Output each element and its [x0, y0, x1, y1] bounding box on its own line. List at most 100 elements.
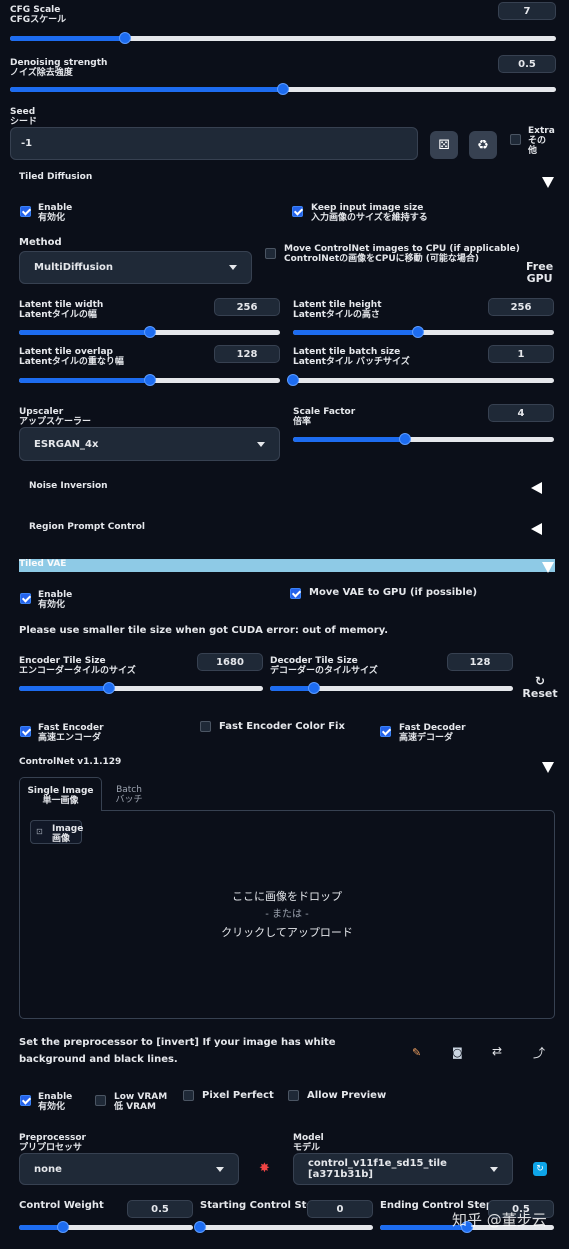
- recycle-icon: ♻: [477, 137, 489, 153]
- vae-enable-checkbox[interactable]: [20, 593, 31, 604]
- allow-preview-checkbox[interactable]: [288, 1090, 299, 1101]
- tiled-vae-collapse-icon[interactable]: [542, 562, 554, 573]
- tile-overlap-input[interactable]: 128: [214, 345, 280, 363]
- move-cn-cpu-checkbox[interactable]: [265, 248, 276, 259]
- control-weight-input[interactable]: 0.5: [127, 1200, 193, 1218]
- region-prompt-expand-icon[interactable]: [531, 523, 542, 535]
- low-vram-label: Low VRAM 低 VRAM: [114, 1092, 168, 1112]
- upscaler-label: Upscaler アップスケーラー: [19, 407, 92, 427]
- controlnet-title: ControlNet v1.1.129: [19, 757, 122, 767]
- chevron-down-icon: [490, 1166, 498, 1172]
- image-upload-area[interactable]: ⊡ Image 画像 ここに画像をドロップ - または - クリックしてアップロー…: [19, 810, 555, 1019]
- tab-batch[interactable]: Batch バッチ: [104, 777, 154, 811]
- model-value: control_v11f1e_sd15_tile [a371b31b]: [308, 1158, 447, 1180]
- cfg-scale-slider[interactable]: [10, 31, 556, 45]
- invert-note: Set the preprocessor to [invert] If your…: [19, 1037, 336, 1065]
- move-cn-cpu-label: Move ControlNet images to CPU (if applic…: [284, 244, 520, 264]
- tiled-diffusion-collapse-icon[interactable]: [542, 177, 554, 188]
- tile-batch-label: Latent tile batch size Latentタイル バッチサイズ: [293, 347, 410, 367]
- encoder-tile-slider[interactable]: [19, 681, 263, 695]
- tile-height-slider[interactable]: [293, 325, 554, 339]
- tile-batch-slider[interactable]: [287, 373, 554, 387]
- decoder-tile-slider[interactable]: [270, 681, 513, 695]
- dice-button[interactable]: ⚄: [430, 131, 458, 159]
- vae-enable-label: Enable 有効化: [38, 590, 73, 610]
- camera-icon[interactable]: ◙: [452, 1046, 463, 1059]
- tile-width-label: Latent tile width Latentタイルの幅: [19, 300, 104, 320]
- preprocessor-dropdown[interactable]: none: [19, 1153, 239, 1185]
- tab-single-image[interactable]: Single Image 単一画像: [19, 777, 102, 811]
- edit-icon[interactable]: ✎: [412, 1046, 421, 1059]
- seed-input[interactable]: -1: [10, 127, 418, 160]
- run-preprocessor-icon[interactable]: ✸: [259, 1161, 270, 1176]
- chevron-down-icon: [257, 441, 265, 447]
- reset-label: Reset: [522, 687, 558, 700]
- denoise-input[interactable]: 0.5: [498, 55, 556, 73]
- tile-height-input[interactable]: 256: [488, 298, 554, 316]
- tab-single-image-label: Single Image 単一画像: [27, 786, 94, 806]
- model-dropdown[interactable]: control_v11f1e_sd15_tile [a371b31b]: [293, 1153, 513, 1185]
- preprocessor-label: Preprocessor プリプロセッサ: [19, 1133, 86, 1153]
- refresh-models-icon[interactable]: ↻: [533, 1162, 547, 1176]
- noise-inversion-expand-icon[interactable]: [531, 482, 542, 494]
- denoise-slider[interactable]: [10, 82, 556, 96]
- scale-factor-slider[interactable]: [293, 432, 554, 446]
- color-fix-checkbox[interactable]: [200, 721, 211, 732]
- reset-icon: ↻: [534, 674, 546, 688]
- tile-width-input[interactable]: 256: [214, 298, 280, 316]
- drop-line-2: - または -: [265, 909, 309, 920]
- tiled-vae-header[interactable]: [19, 559, 555, 572]
- fast-encoder-checkbox[interactable]: [20, 726, 31, 737]
- seed-value: -1: [21, 138, 33, 149]
- tile-overlap-slider[interactable]: [19, 373, 280, 387]
- tile-width-slider[interactable]: [19, 325, 280, 339]
- cfg-scale-input[interactable]: 7: [498, 2, 556, 20]
- recycle-button[interactable]: ♻: [469, 131, 497, 159]
- noise-inversion-title[interactable]: Noise Inversion: [29, 481, 108, 491]
- extra-checkbox[interactable]: [510, 134, 521, 145]
- model-label: Model モデル: [293, 1133, 324, 1153]
- swap-icon[interactable]: ⇄: [492, 1044, 502, 1058]
- denoise-label: Denoising strength ノイズ除去強度: [10, 58, 108, 78]
- image-icon: ⊡: [36, 827, 43, 836]
- vae-memory-note: Please use smaller tile size when got CU…: [19, 625, 389, 636]
- start-step-slider[interactable]: [194, 1220, 373, 1234]
- chevron-down-icon: [216, 1166, 224, 1172]
- method-value: MultiDiffusion: [34, 262, 114, 273]
- drop-instructions: ここに画像をドロップ - または - クリックしてアップロード: [20, 887, 554, 942]
- send-dimensions-icon[interactable]: ⤴: [533, 1044, 545, 1061]
- move-vae-checkbox[interactable]: [290, 588, 301, 599]
- low-vram-checkbox[interactable]: [95, 1095, 106, 1106]
- move-vae-label: Move VAE to GPU (if possible): [309, 587, 478, 598]
- free-gpu-button[interactable]: Free GPU: [526, 261, 553, 285]
- chevron-down-icon: [229, 265, 237, 270]
- fast-decoder-checkbox[interactable]: [380, 726, 391, 737]
- cn-enable-label: Enable 有効化: [38, 1092, 73, 1112]
- control-weight-slider[interactable]: [19, 1220, 193, 1234]
- keep-size-checkbox[interactable]: [292, 206, 303, 217]
- encoder-tile-input[interactable]: 1680: [197, 653, 263, 671]
- decoder-tile-input[interactable]: 128: [447, 653, 513, 671]
- pixel-perfect-checkbox[interactable]: [183, 1090, 194, 1101]
- fast-decoder-label: Fast Decoder 高速デコーダ: [399, 723, 466, 743]
- start-step-input[interactable]: 0: [307, 1200, 373, 1218]
- tile-overlap-label: Latent tile overlap Latentタイルの重なり幅: [19, 347, 124, 367]
- region-prompt-title[interactable]: Region Prompt Control: [29, 522, 145, 532]
- scale-factor-input[interactable]: 4: [488, 404, 554, 422]
- method-dropdown[interactable]: MultiDiffusion: [19, 251, 252, 284]
- cfg-scale-label: CFG Scale CFGスケール: [10, 5, 67, 25]
- method-label: Method: [19, 237, 62, 248]
- encoder-tile-label: Encoder Tile Size エンコーダータイルのサイズ: [19, 656, 136, 676]
- upscaler-value: ESRGAN_4x: [34, 438, 99, 450]
- drop-line-3: クリックしてアップロード: [221, 926, 353, 939]
- upscaler-dropdown[interactable]: ESRGAN_4x: [19, 427, 280, 461]
- tab-batch-label: Batch バッチ: [115, 785, 143, 805]
- color-fix-label: Fast Encoder Color Fix: [219, 721, 345, 732]
- controlnet-collapse-icon[interactable]: [542, 762, 554, 773]
- tile-batch-input[interactable]: 1: [488, 345, 554, 363]
- cn-enable-checkbox[interactable]: [20, 1095, 31, 1106]
- seed-label: Seed シード: [10, 107, 38, 127]
- reset-button[interactable]: ↻ Reset: [522, 675, 558, 700]
- td-enable-checkbox[interactable]: [20, 206, 31, 217]
- td-enable-label: Enable 有効化: [38, 203, 73, 223]
